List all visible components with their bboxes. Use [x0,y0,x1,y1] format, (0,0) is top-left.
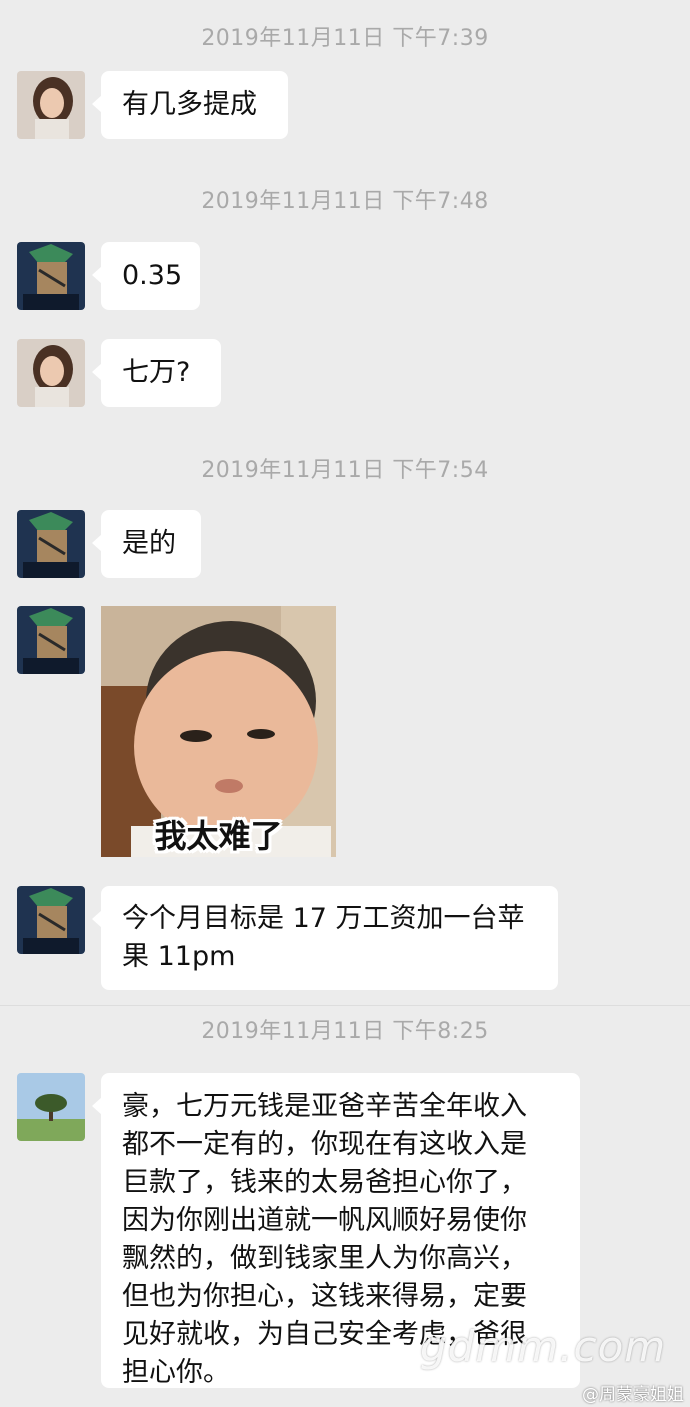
message-text: 有几多提成 [122,89,257,120]
avatar-girl[interactable] [17,339,85,407]
weibo-credit: @周蒙豪姐姐 [582,1385,684,1405]
sticker-caption: 我太难了 [154,817,283,855]
avatar-zoro[interactable] [17,606,85,674]
timestamp: 2019年11月11日 下午8:25 [201,1019,489,1044]
message-text: 七万? [122,357,191,388]
timestamp: 2019年11月11日 下午7:39 [201,26,489,51]
divider [0,1005,690,1006]
timestamp: 2019年11月11日 下午7:54 [201,458,489,483]
watermark: gdmm.com [420,1322,667,1371]
message-line: 巨款了，钱来的太易爸担心你了， [122,1167,527,1198]
message-line: 今个月目标是 17 万工资加一台苹 [122,903,525,934]
avatar-girl[interactable] [17,71,85,139]
avatar-zoro[interactable] [17,886,85,954]
message-text: 0.35 [122,260,183,291]
message-bubble[interactable]: 是的 [92,510,201,578]
avatar-tree[interactable] [17,1073,85,1141]
message-line: 豪，七万元钱是亚爸辛苦全年收入 [122,1091,527,1122]
message-line: 都不一定有的，你现在有这收入是 [122,1129,527,1160]
message-line: 果 11pm [122,941,236,972]
message-bubble[interactable]: 0.35 [92,242,200,310]
avatar-zoro[interactable] [17,510,85,578]
message-line: 飘然的，做到钱家里人为你高兴， [122,1243,527,1274]
message-bubble[interactable]: 今个月目标是 17 万工资加一台苹 果 11pm [92,886,558,990]
message-bubble[interactable]: 七万? [92,339,221,407]
message-line: 因为你刚出道就一帆风顺好易使你 [122,1205,527,1236]
message-line: 但也为你担心，这钱来得易，定要 [122,1281,527,1312]
message-bubble[interactable]: 有几多提成 [92,71,288,139]
avatar-zoro[interactable] [17,242,85,310]
message-text: 是的 [122,528,176,559]
sticker-image[interactable]: 我太难了 [101,606,336,857]
timestamp: 2019年11月11日 下午7:48 [201,189,489,214]
